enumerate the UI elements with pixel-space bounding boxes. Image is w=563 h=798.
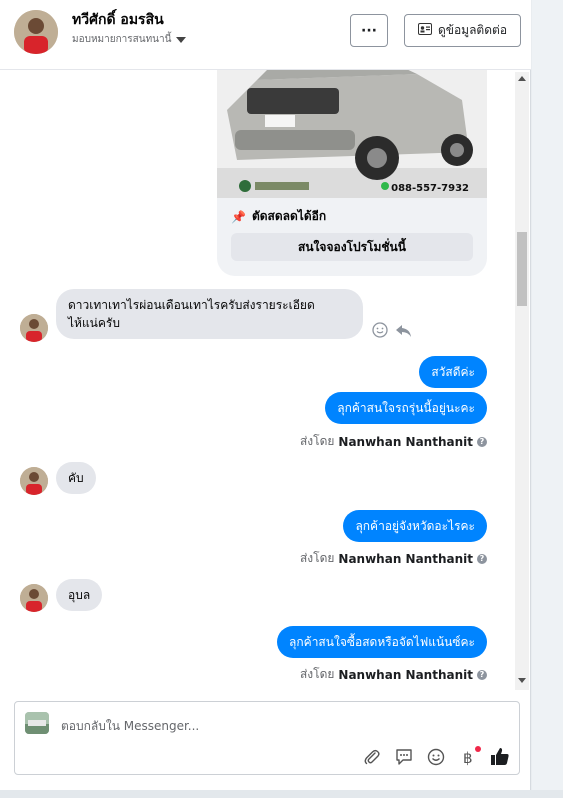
page-avatar — [25, 712, 49, 734]
notification-dot — [475, 746, 481, 752]
sent-by-agent: Nanwhan Nanthanit — [338, 434, 473, 449]
attachment-icon[interactable] — [361, 746, 383, 768]
sent-by-prefix: ส่งโดย — [299, 434, 335, 448]
caret-down-icon — [176, 36, 187, 43]
view-contact-button[interactable]: ดูข้อมูลติดต่อ — [404, 14, 521, 47]
message-bubble-incoming[interactable]: คับ — [56, 462, 96, 494]
sent-by-agent: Nanwhan Nanthanit — [338, 551, 473, 566]
message-text: ไห้แน่ครับ — [68, 316, 120, 330]
sent-by-label: ส่งโดย Nanwhan Nanthanit ? — [300, 665, 487, 684]
sent-by-agent: Nanwhan Nanthanit — [338, 667, 473, 682]
sent-by-prefix: ส่งโดย — [299, 667, 335, 681]
scroll-up-icon[interactable] — [518, 76, 526, 81]
scroll-thumb[interactable] — [517, 232, 527, 306]
sent-by-label: ส่งโดย Nanwhan Nanthanit ? — [300, 432, 487, 451]
emoji-react-icon[interactable] — [372, 322, 388, 342]
pin-icon: 📌 — [231, 209, 246, 224]
message-scrollbar[interactable] — [515, 72, 529, 690]
emoji-icon[interactable] — [425, 746, 447, 768]
composer-toolbar: ฿ — [361, 746, 511, 768]
message-bubble-outgoing[interactable]: ลุกค้าสนใจซื้อสดหรือจัดไฟแน้นซ์คะ — [277, 626, 487, 658]
reply-composer: ตอบกลับใน Messenger... ฿ — [14, 701, 520, 775]
message-bubble-incoming[interactable]: ดาวเทาเทาไรผ่อนเดือนเทาไรครับส่งรายระเอี… — [56, 289, 363, 339]
help-icon[interactable]: ? — [477, 436, 487, 447]
more-options-button[interactable]: ··· — [350, 14, 388, 47]
saved-reply-icon[interactable] — [393, 746, 415, 768]
sent-by-prefix: ส่งโดย — [299, 551, 335, 565]
promo-card: 088-557-7932 📌 ตัดสดลดได้อีก สนใจจองโปรโ… — [217, 70, 487, 276]
contact-card-icon — [417, 23, 432, 38]
customer-avatar[interactable] — [14, 10, 58, 54]
reply-icon[interactable] — [396, 323, 412, 342]
book-promotion-button[interactable]: สนใจจองโปรโมชั่นนี้ — [231, 233, 473, 261]
view-contact-label: ดูข้อมูลติดต่อ — [437, 23, 508, 37]
avatar — [20, 314, 48, 342]
promo-title: 📌 ตัดสดลดได้อีก — [231, 207, 326, 226]
message-bubble-outgoing[interactable]: ลุกค้าอยู่จังหวัดอะไรคะ — [343, 510, 487, 542]
like-icon[interactable] — [489, 746, 511, 768]
scroll-down-icon[interactable] — [518, 678, 526, 683]
message-bubble-outgoing[interactable]: สวัสดีค่ะ — [419, 356, 487, 388]
message-text: ดาวเทาเทาไรผ่อนเดือนเทาไรครับส่งรายระเอี… — [68, 298, 315, 312]
svg-text:฿: ฿ — [463, 749, 473, 766]
promo-title-text: ตัดสดลดได้อีก — [251, 209, 327, 223]
reply-input[interactable]: ตอบกลับใน Messenger... — [61, 717, 199, 736]
avatar — [20, 584, 48, 612]
sent-by-label: ส่งโดย Nanwhan Nanthanit ? — [300, 549, 487, 568]
phone-number: 088-557-7932 — [391, 183, 469, 194]
more-icon: ··· — [361, 22, 377, 39]
page-bottom-edge — [0, 790, 563, 798]
assign-conversation-dropdown[interactable]: มอบหมายการสนทนานี้ — [72, 32, 187, 47]
message-bubble-incoming[interactable]: อุบล — [56, 579, 103, 611]
assign-label: มอบหมายการสนทนานี้ — [72, 34, 172, 45]
customer-name[interactable]: ทวีศักดิ์ อมรสิน — [72, 9, 164, 31]
conversation-header: ทวีศักดิ์ อมรสิน มอบหมายการสนทนานี้ ··· … — [0, 0, 531, 70]
message-bubble-outgoing[interactable]: ลุกค้าสนใจรถรุ่นนี้อยู่นะคะ — [325, 392, 487, 424]
help-icon[interactable]: ? — [477, 669, 487, 680]
payment-icon[interactable]: ฿ — [457, 746, 481, 768]
avatar — [20, 467, 48, 495]
page-edge — [532, 0, 563, 798]
message-actions — [372, 322, 412, 342]
help-icon[interactable]: ? — [477, 553, 487, 564]
truck-image[interactable]: 088-557-7932 — [217, 70, 487, 198]
message-list[interactable]: 088-557-7932 📌 ตัดสดลดได้อีก สนใจจองโปรโ… — [4, 70, 529, 690]
